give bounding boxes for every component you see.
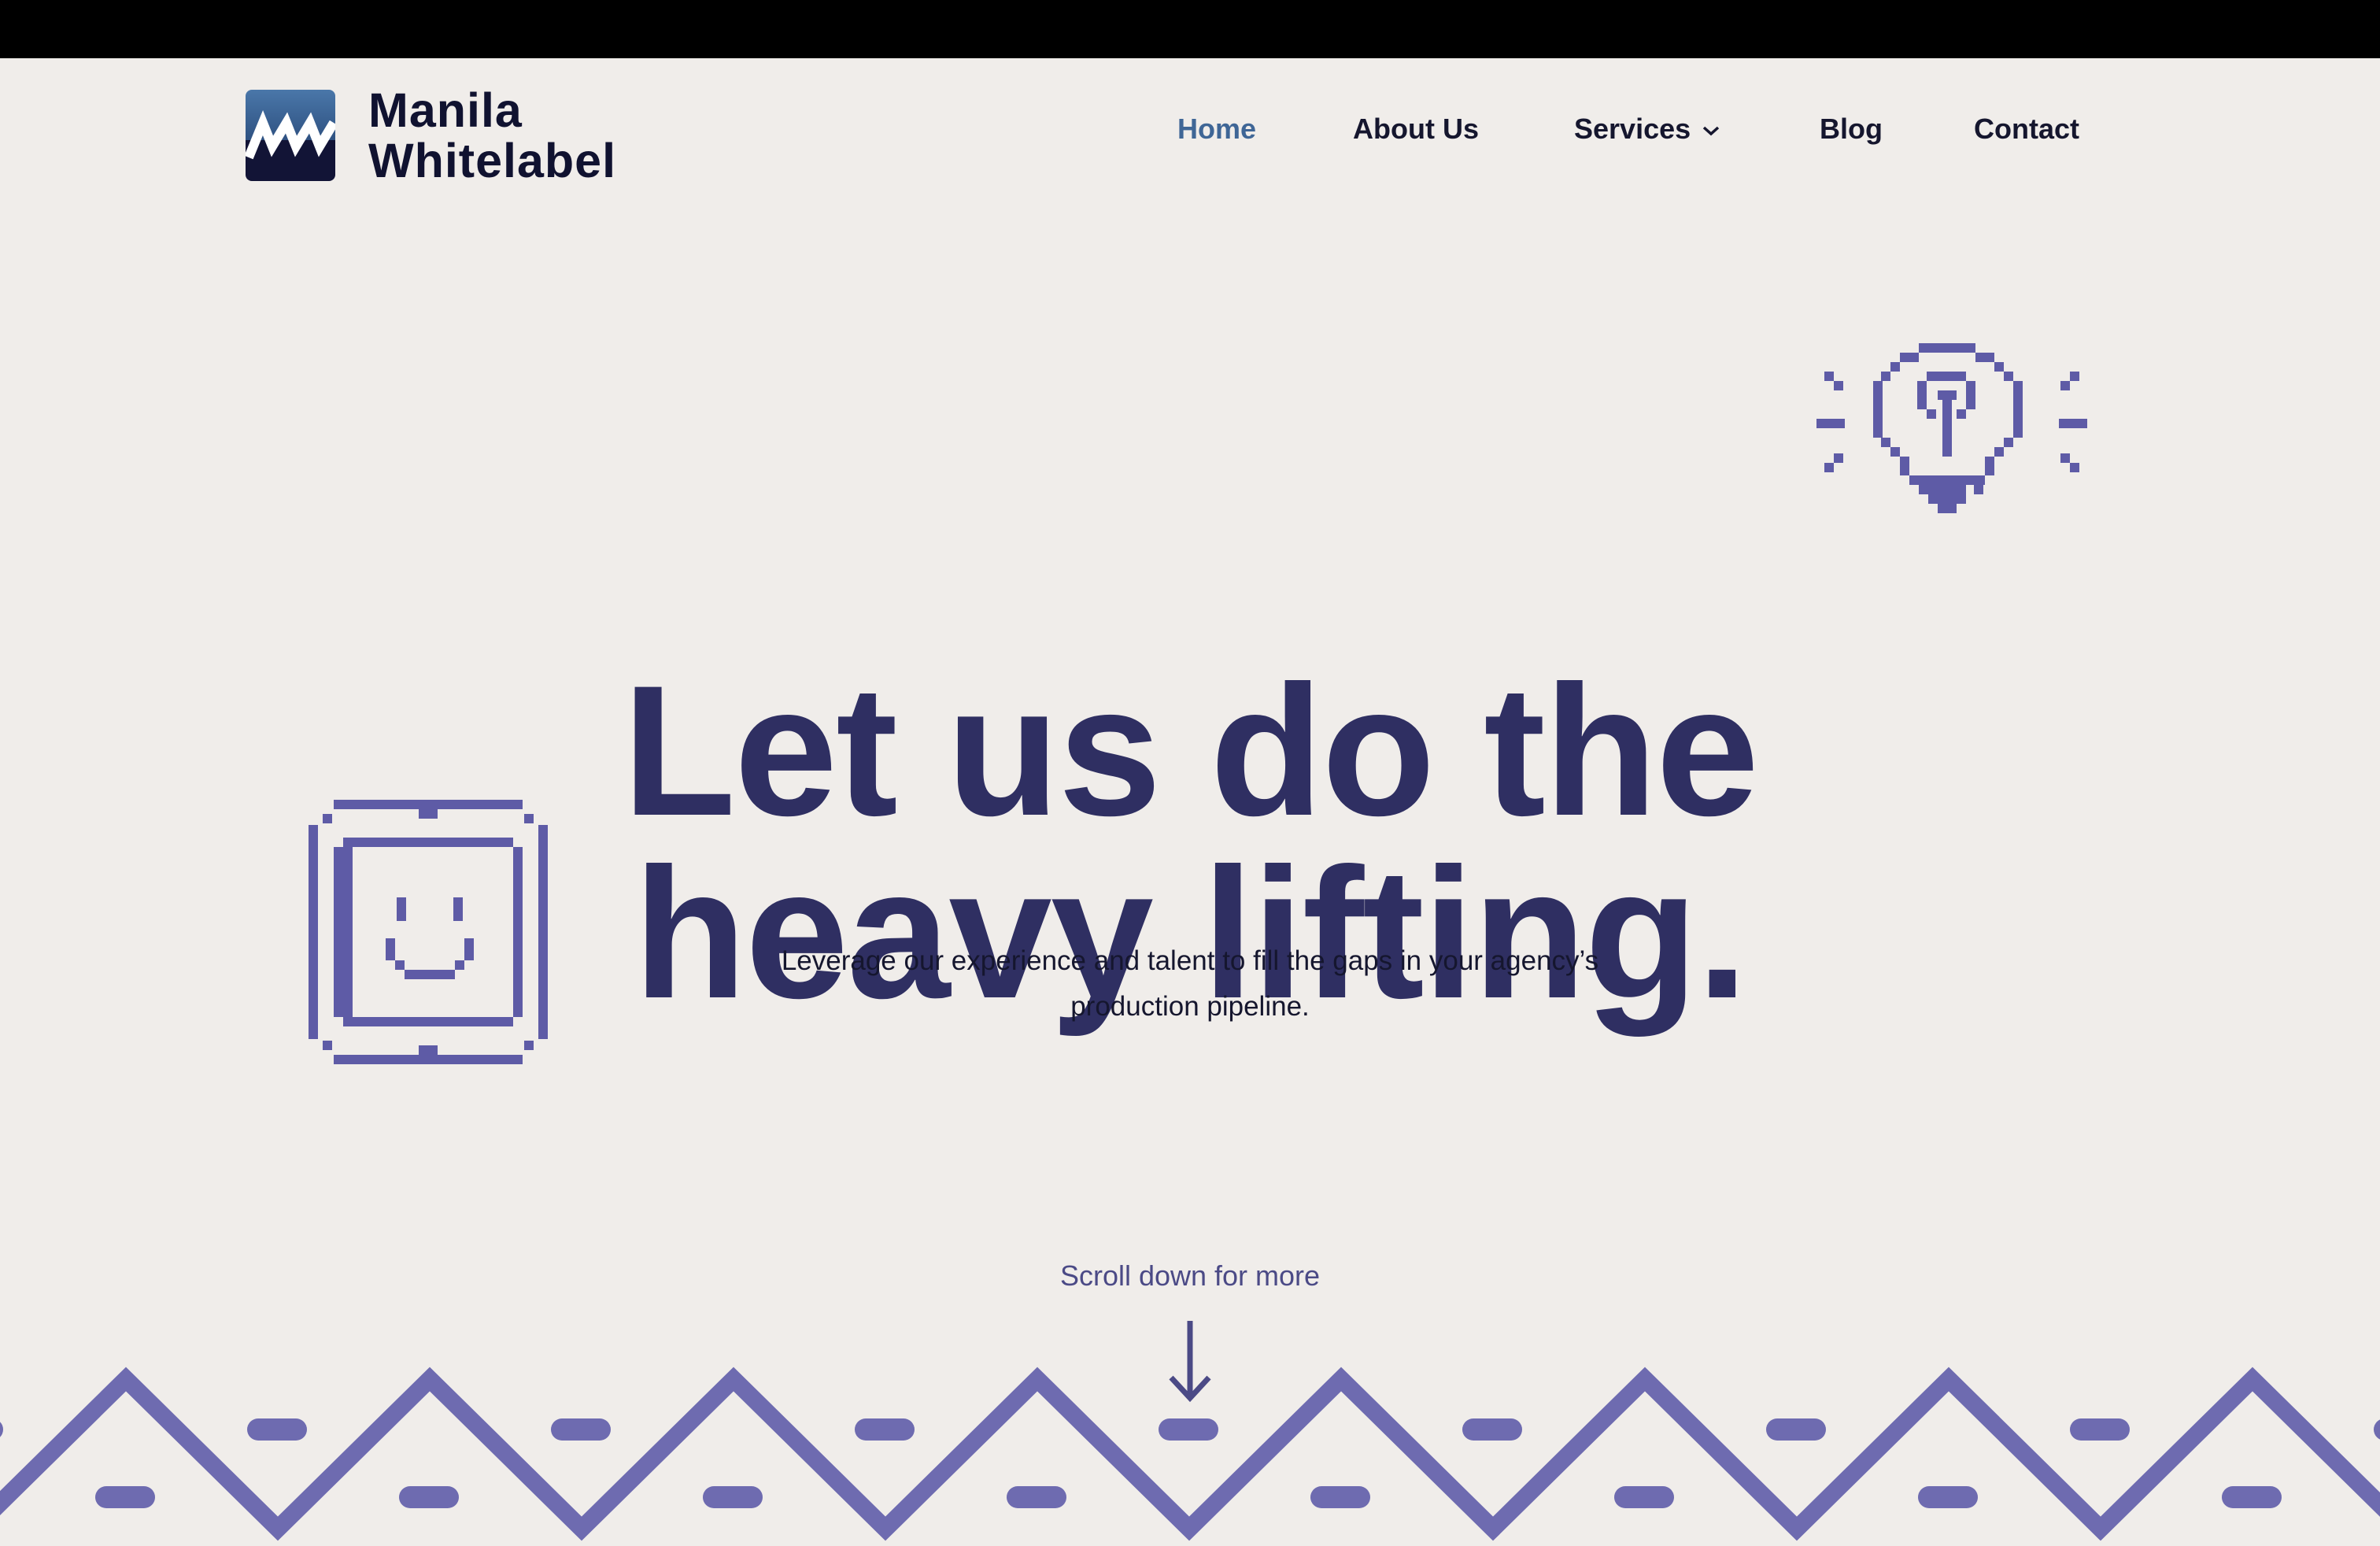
- pixel-lightbulb-icon: [1816, 343, 2087, 513]
- chevron-down-icon: [1702, 127, 1720, 136]
- nav-home[interactable]: Home: [1177, 107, 1256, 151]
- main-nav: Home About Us Services Blog Contact: [0, 107, 2380, 151]
- hero-subtitle: Leverage our experience and talent to fi…: [718, 938, 1662, 1030]
- nav-contact[interactable]: Contact: [1974, 107, 2079, 151]
- scroll-hint[interactable]: Scroll down for more: [0, 1259, 2380, 1293]
- zigzag-pattern: [0, 1367, 2380, 1541]
- nav-services[interactable]: Services: [1574, 107, 1720, 151]
- hero-subtitle-line-1: Leverage our experience and talent to fi…: [781, 945, 1599, 976]
- nav-blog[interactable]: Blog: [1820, 107, 1883, 151]
- nav-about-us[interactable]: About Us: [1353, 107, 1479, 151]
- nav-services-label: Services: [1574, 113, 1691, 145]
- browser-top-bar: [0, 0, 2380, 58]
- hero-title-line-1: Let us do the: [622, 647, 1759, 856]
- hero-subtitle-line-2: production pipeline.: [1070, 991, 1310, 1022]
